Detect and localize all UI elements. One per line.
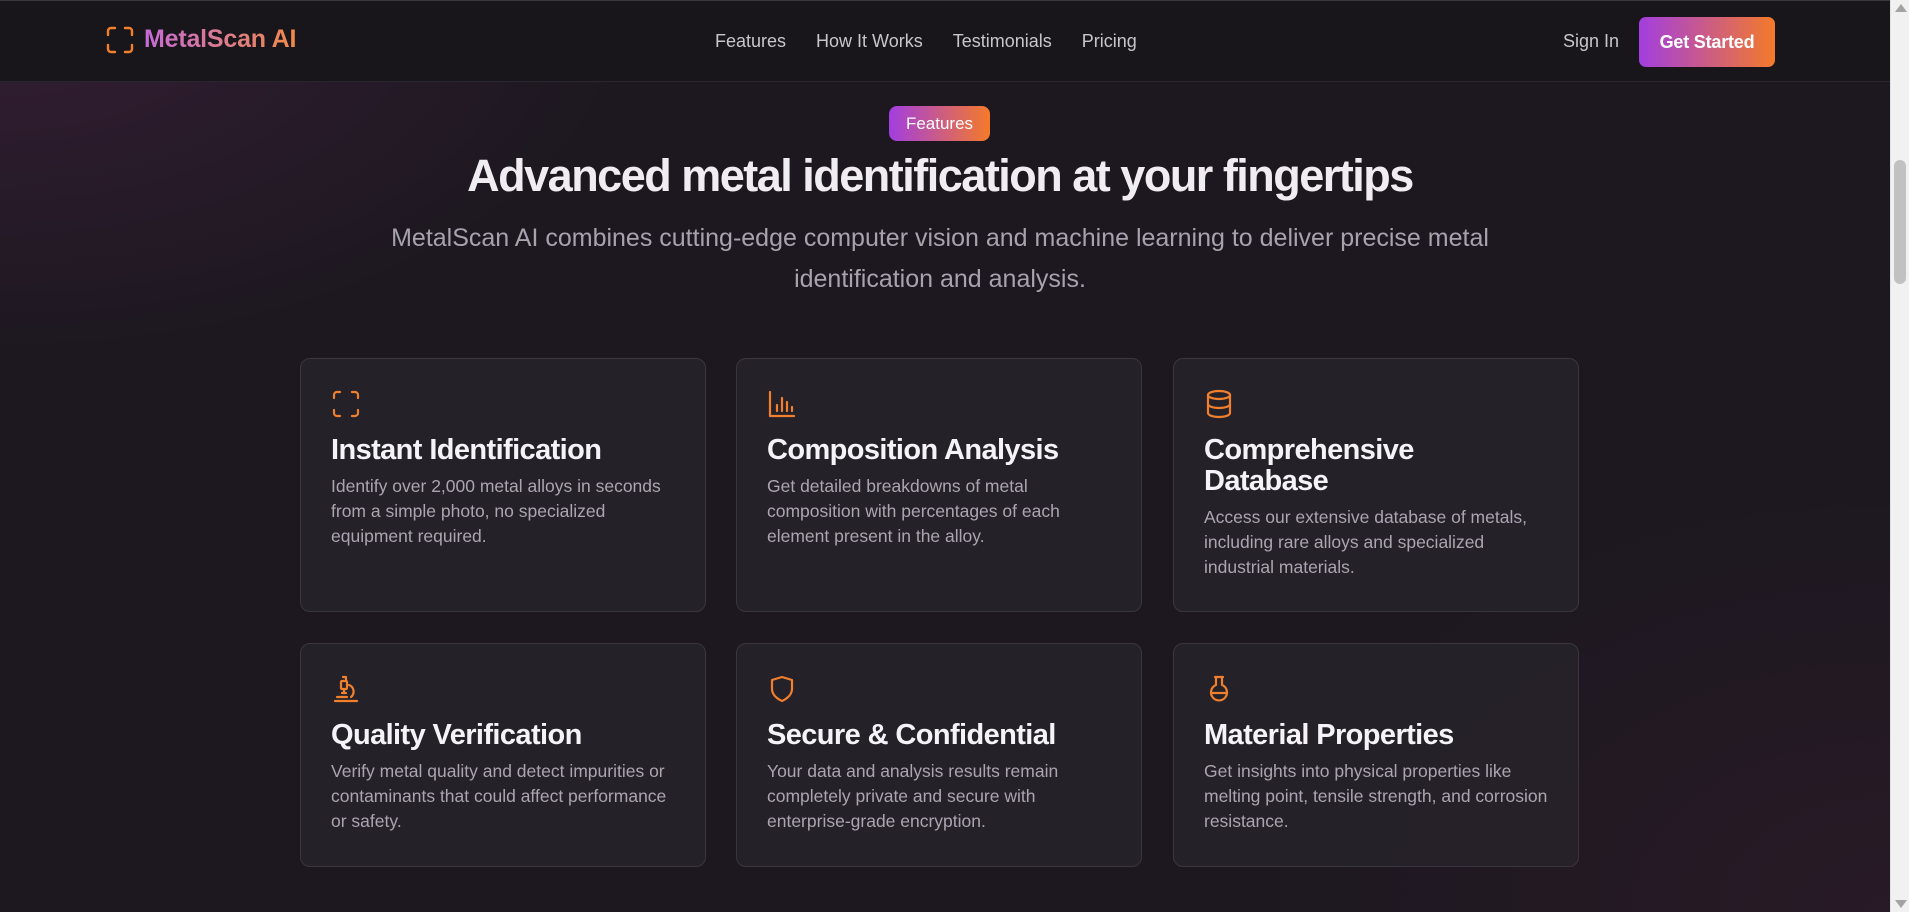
nav-link-testimonials[interactable]: Testimonials [953,31,1052,52]
feature-description: Get detailed breakdowns of metal composi… [767,476,1060,546]
navbar: MetalScan AI Features How It Works Testi… [0,0,1890,82]
database-icon [1204,389,1234,419]
nav-link-features[interactable]: Features [715,31,786,52]
flask-icon [1204,674,1234,704]
nav-links: Features How It Works Testimonials Prici… [715,31,1137,52]
feature-title: Comprehensive Database [1204,434,1414,497]
feature-card-instant-identification: Instant Identification Identify over 2,0… [300,358,706,612]
feature-card-comprehensive-database: Comprehensive Database Access our extens… [1173,358,1579,612]
scan-logo-icon [106,26,134,53]
feature-title: Instant Identification [331,434,602,466]
scrollbar-thumb[interactable] [1894,160,1906,284]
feature-title: Material Properties [1204,719,1454,751]
feature-description: Access our extensive database of metals,… [1204,507,1527,577]
sign-in-link[interactable]: Sign In [1563,31,1619,52]
feature-title: Secure & Confidential [767,719,1056,751]
feature-description: Get insights into physical properties li… [1204,761,1548,831]
get-started-button[interactable]: Get Started [1639,17,1775,67]
vertical-scrollbar[interactable] [1890,0,1909,912]
nav-link-pricing[interactable]: Pricing [1082,31,1137,52]
section-subheadline: MetalScan AI combines cutting-edge compu… [391,224,1489,293]
scroll-up-arrow-icon[interactable] [1895,4,1907,12]
brand-logo[interactable]: MetalScan AI [106,25,296,54]
feature-description: Verify metal quality and detect impuriti… [331,761,667,831]
scan-icon [331,389,361,419]
feature-card-composition-analysis: Composition Analysis Get detailed breakd… [736,358,1142,612]
scroll-down-arrow-icon[interactable] [1895,900,1907,908]
feature-card-secure-confidential: Secure & Confidential Your data and anal… [736,643,1142,867]
nav-link-how-it-works[interactable]: How It Works [816,31,923,52]
feature-title: Quality Verification [331,719,582,751]
section-badge: Features [889,106,990,141]
page: MetalScan AI Features How It Works Testi… [0,0,1890,912]
feature-card-quality-verification: Quality Verification Verify metal qualit… [300,643,706,867]
microscope-icon [331,674,361,704]
bar-chart-icon [767,389,797,419]
feature-description: Your data and analysis results remain co… [767,761,1059,831]
feature-title: Composition Analysis [767,434,1059,466]
shield-icon [767,674,797,704]
feature-description: Identify over 2,000 metal alloys in seco… [331,476,661,546]
section-headline: Advanced metal identification at your fi… [467,150,1414,201]
feature-card-material-properties: Material Properties Get insights into ph… [1173,643,1579,867]
brand-name: MetalScan AI [144,25,297,53]
